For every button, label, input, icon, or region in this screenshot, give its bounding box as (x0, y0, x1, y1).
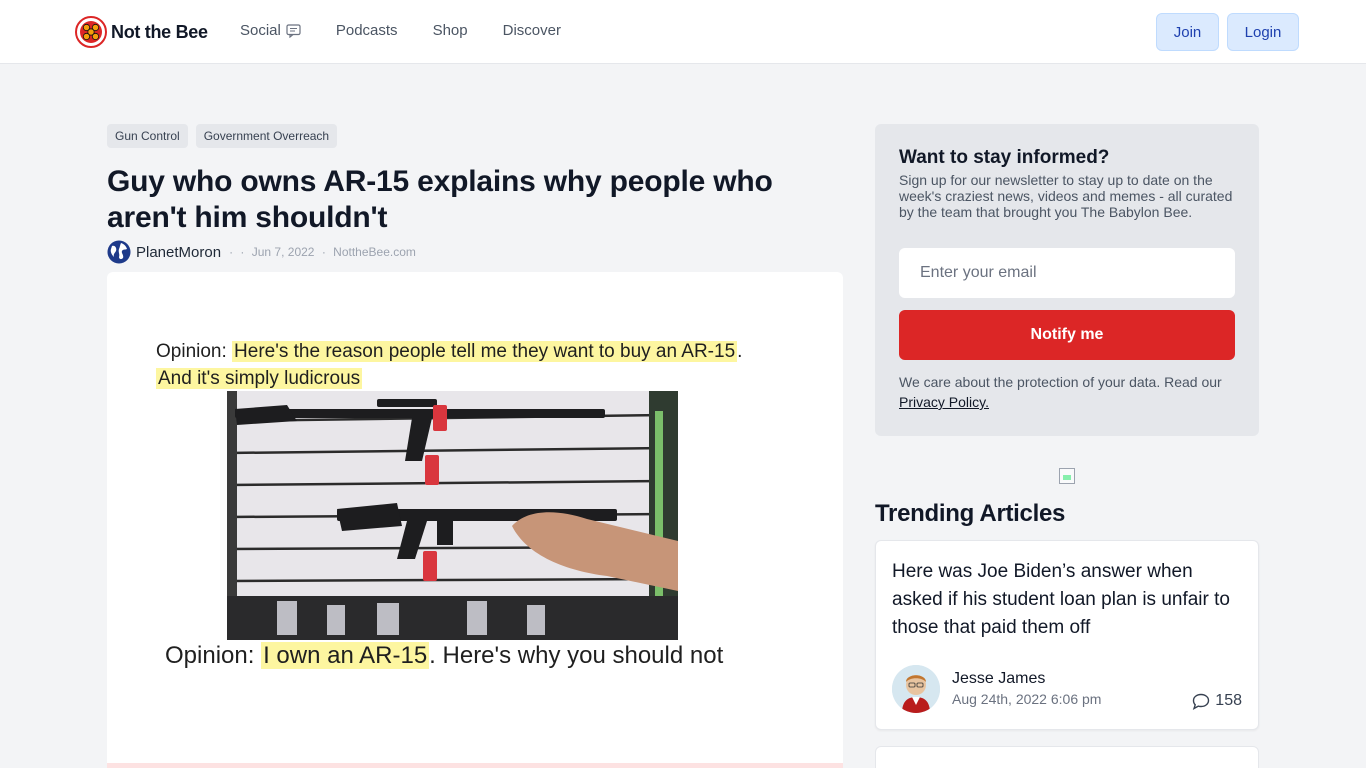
article-byline: PlanetMoron · · Jun 7, 2022 · NottheBee.… (107, 240, 416, 264)
media-card-footer-strip (107, 763, 843, 768)
article-tags: Gun Control Government Overreach (107, 124, 345, 148)
brand-name: Not the Bee (111, 21, 208, 42)
author-avatar[interactable] (892, 665, 940, 713)
meta-separator: · (229, 245, 234, 259)
nav-item-label: Podcasts (335, 22, 398, 39)
newsletter-signup: Want to stay informed? Sign up for our n… (875, 124, 1259, 436)
notify-me-button[interactable]: Notify me (899, 310, 1235, 360)
tag-gun-control[interactable]: Gun Control (107, 124, 188, 148)
newsletter-title: Want to stay informed? (899, 147, 1110, 168)
comment-icon (1193, 693, 1210, 710)
author-link[interactable]: PlanetMoron (136, 244, 221, 261)
article-title: Guy who owns AR-15 explains why people w… (107, 165, 773, 234)
nav-item-discover[interactable]: Discover (503, 22, 561, 39)
trending-article-card[interactable] (875, 746, 1259, 768)
article-date: Jun 7, 2022 (251, 245, 315, 259)
nav-item-social[interactable]: Social (240, 22, 301, 39)
gun-wall-photo (227, 391, 678, 640)
trending-headline[interactable]: Here was Joe Biden’s answer when asked i… (892, 558, 1242, 642)
privacy-policy-link[interactable]: Privacy Policy. (899, 394, 989, 410)
bee-logo-icon (75, 16, 107, 48)
rifle-display-illustration (227, 391, 678, 640)
meta-separator: · (240, 245, 245, 259)
nav-item-shop[interactable]: Shop (433, 22, 468, 39)
caption-highlight: I own an AR-15 (261, 642, 430, 669)
article-source[interactable]: NottheBee.com (333, 245, 416, 259)
caption-prefix: Opinion: (165, 642, 262, 669)
meta-separator: · (321, 245, 326, 259)
article-image: Opinion: Here's the reason people tell m… (107, 272, 843, 768)
author-avatar-globe-icon[interactable] (107, 240, 131, 264)
image-caption-top: Opinion: Here's the reason people tell m… (156, 338, 816, 392)
nav-item-label: Discover (502, 22, 561, 39)
privacy-text: We care about the protection of your dat… (899, 374, 1222, 390)
caption-highlight: And it's simply ludicrous (156, 368, 363, 389)
join-button[interactable]: Join (1156, 13, 1219, 51)
trending-heading: Trending Articles (875, 500, 1066, 527)
comment-count-value: 158 (1215, 692, 1242, 709)
caption-after: . (737, 341, 743, 362)
comment-count[interactable]: 158 (1192, 692, 1242, 710)
article-meta: · · Jun 7, 2022 · NottheBee.com (225, 245, 416, 259)
privacy-notice: We care about the protection of your dat… (899, 372, 1239, 412)
author-portrait-icon (892, 665, 940, 713)
caption-highlight: Here's the reason people tell me they wa… (232, 341, 738, 362)
caption-after: . Here's why you should not (429, 642, 724, 669)
trending-date: Aug 24th, 2022 6:06 pm (952, 691, 1102, 707)
nav-item-label: Social (240, 22, 281, 39)
chat-icon (286, 23, 301, 38)
trending-article-card[interactable]: Here was Joe Biden’s answer when asked i… (875, 540, 1259, 730)
email-input[interactable] (899, 248, 1235, 298)
site-header: Not the Bee Social Podcasts Shop Discove… (0, 0, 1366, 64)
nav-item-podcasts[interactable]: Podcasts (336, 22, 398, 39)
login-button[interactable]: Login (1227, 13, 1299, 51)
site-logo[interactable]: Not the Bee (75, 16, 208, 48)
newsletter-description: Sign up for our newsletter to stay up to… (899, 172, 1233, 220)
caption-prefix: Opinion: (156, 341, 233, 362)
tag-government-overreach[interactable]: Government Overreach (195, 124, 338, 148)
broken-image-icon[interactable] (1059, 468, 1075, 484)
image-caption-bottom: Opinion: I own an AR-15. Here's why you … (165, 642, 723, 670)
main-nav: Social Podcasts Shop Discover (240, 22, 596, 39)
trending-author[interactable]: Jesse James (952, 670, 1045, 688)
nav-item-label: Shop (432, 22, 468, 39)
